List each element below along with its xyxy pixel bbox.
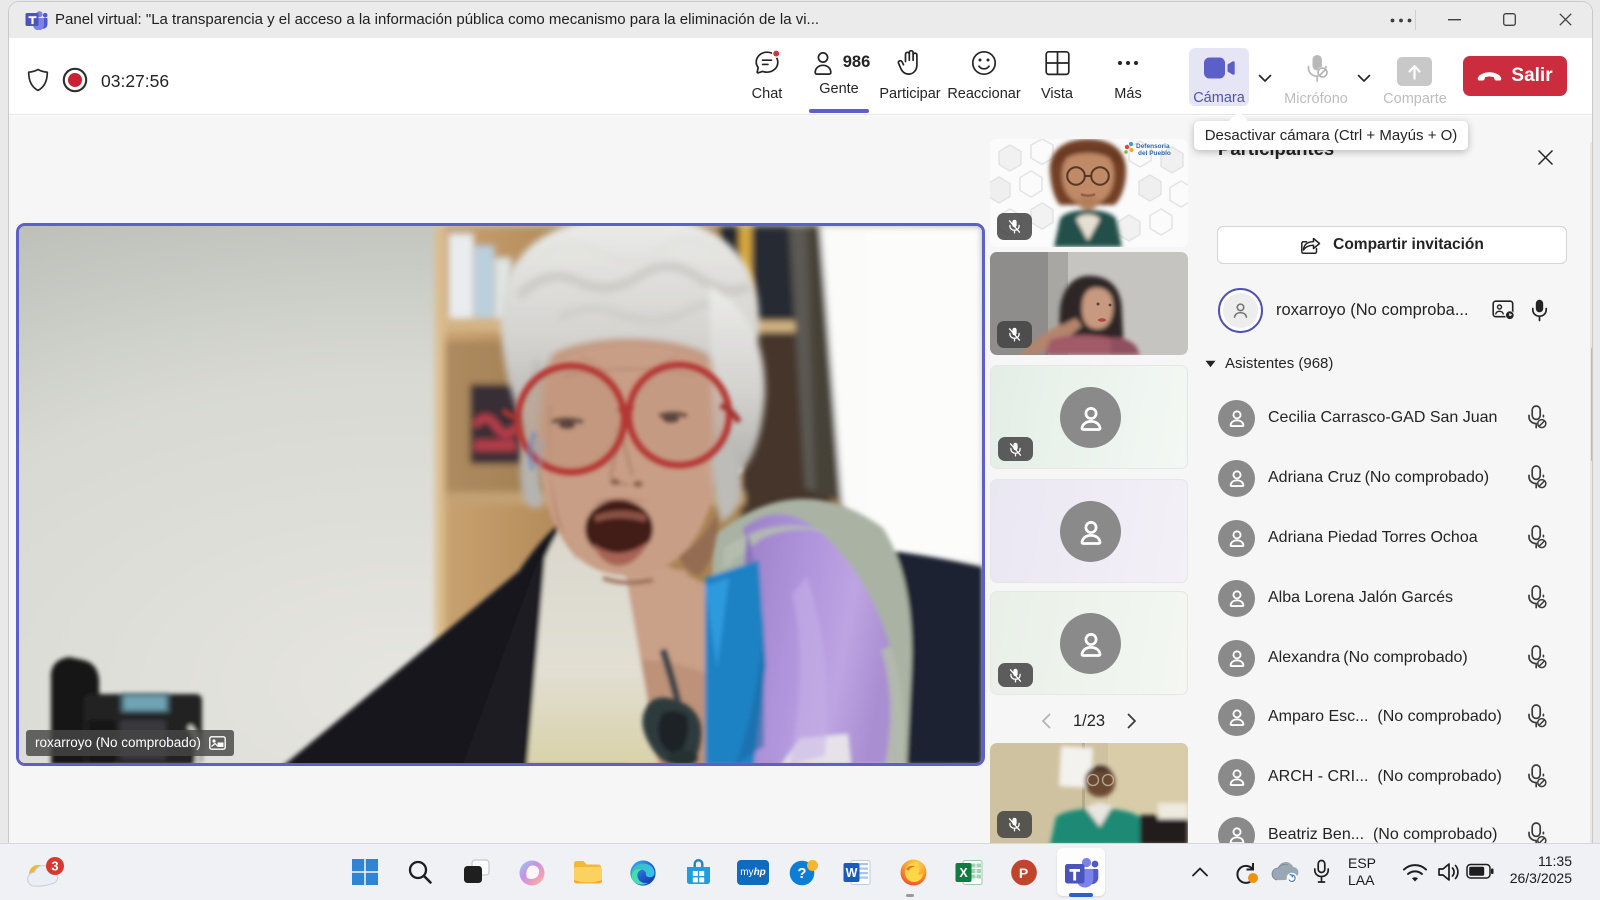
svg-text:del Pueblo: del Pueblo: [1138, 150, 1171, 157]
svg-text:Defensoria: Defensoria: [1136, 143, 1170, 150]
svg-text:P: P: [1019, 865, 1028, 881]
svg-text:3: 3: [51, 859, 58, 874]
svg-text:X: X: [959, 866, 968, 880]
svg-text:?: ?: [797, 865, 806, 882]
svg-text:W: W: [846, 866, 858, 880]
